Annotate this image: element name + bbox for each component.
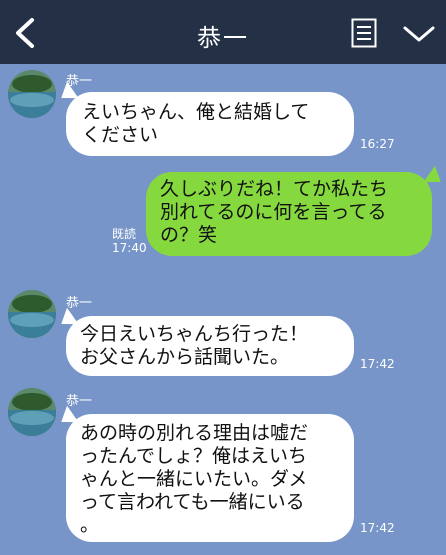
chat-title: 恭一 (197, 24, 249, 52)
message-line: ください (82, 124, 159, 146)
avatar[interactable] (8, 70, 56, 118)
message-bubble[interactable]: 今日えいちゃんち行った！ お父さんから話聞いた。 (66, 316, 354, 376)
avatar-photo (8, 70, 56, 118)
message-line: 。 (80, 514, 100, 536)
note-list-icon[interactable] (351, 18, 377, 48)
message-line: 久しぶりだね！てか私たち (160, 178, 389, 200)
message-line: 今日えいちゃんち行った！ (80, 323, 309, 345)
message-bubble[interactable]: えいちゃん、俺と結婚して ください (66, 92, 354, 156)
avatar-photo (8, 290, 56, 338)
avatar[interactable] (8, 290, 56, 338)
message-time: 17:42 (360, 521, 395, 535)
sender-name: 恭一 (66, 394, 93, 409)
message-time: 16:27 (360, 137, 395, 151)
message-time: 17:40 (112, 241, 147, 255)
message-line: ゃんと一緒にいたい。ダメ (80, 468, 308, 490)
chat-header: 恭一 (0, 0, 446, 64)
message-line: って言われても一緒にいる (80, 491, 305, 513)
message-bubble[interactable]: あの時の別れる理由は嘘だ ったんでしょ？俺はえいち ゃんと一緒にいたい。ダメ っ… (66, 414, 354, 542)
message-bubble[interactable]: 久しぶりだね！てか私たち 別れてるのに何を言ってる の？笑 (146, 172, 432, 256)
message-line: の？笑 (160, 224, 218, 246)
chevron-down-icon[interactable] (402, 24, 436, 44)
sender-name: 恭一 (66, 296, 93, 311)
message-line: あの時の別れる理由は嘘だ (80, 422, 309, 444)
message-line: お父さんから話聞いた。 (80, 346, 290, 368)
avatar-photo (8, 388, 56, 436)
avatar[interactable] (8, 388, 56, 436)
message-line: 別れてるのに何を言ってる (160, 201, 387, 223)
message-line: ったんでしょ？俺はえいち (80, 445, 308, 467)
read-receipt: 既読 (112, 227, 137, 241)
message-time: 17:42 (360, 357, 395, 371)
message-line: えいちゃん、俺と結婚して (82, 101, 310, 123)
